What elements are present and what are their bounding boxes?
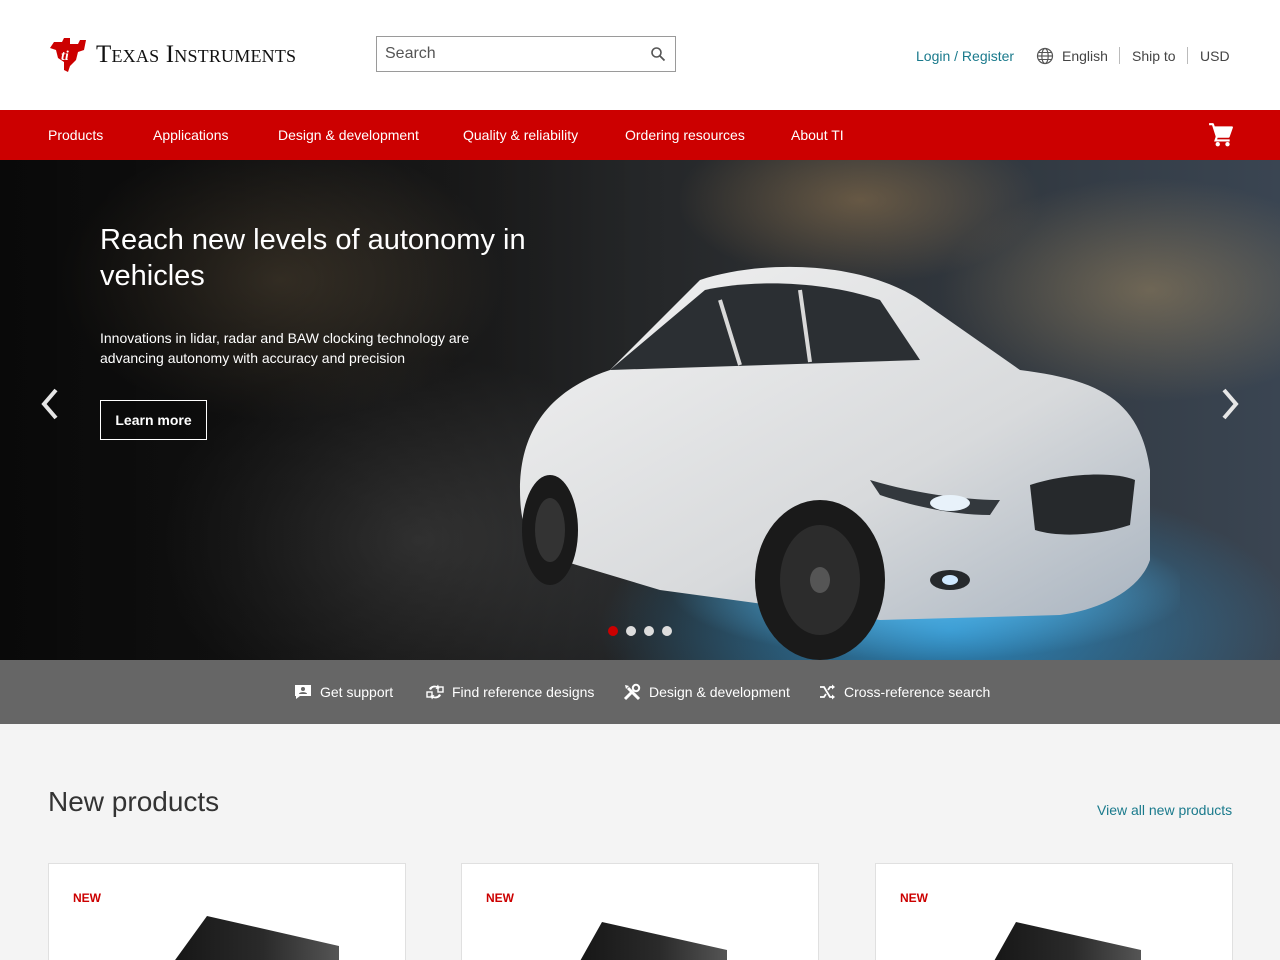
ship-to-selector[interactable]: Ship to: [1132, 45, 1176, 67]
hero-description: Innovations in lidar, radar and BAW cloc…: [100, 330, 470, 366]
reference-designs-icon: [426, 684, 444, 700]
support-icon: [295, 685, 311, 699]
find-reference-designs-label: Find reference designs: [452, 684, 595, 700]
new-badge: NEW: [900, 891, 928, 905]
ti-logo-icon: ti: [50, 38, 86, 72]
logo-text: Texas Instruments: [96, 41, 297, 68]
new-products-heading: New products: [48, 786, 220, 817]
nav-design-development[interactable]: Design & development: [278, 110, 419, 160]
language-selector[interactable]: English: [1036, 45, 1108, 67]
currency-selector[interactable]: USD: [1200, 45, 1230, 67]
nav-ordering-resources[interactable]: Ordering resources: [625, 110, 745, 160]
divider: [1119, 47, 1120, 64]
product-card[interactable]: NEW: [875, 863, 1233, 960]
cross-reference-search-label: Cross-reference search: [844, 684, 991, 700]
hero-title: Reach new levels of autonomy in vehicles: [100, 224, 526, 292]
view-all-new-products-link[interactable]: View all new products: [1097, 802, 1232, 818]
nav-products[interactable]: Products: [48, 110, 103, 160]
svg-text:ti: ti: [61, 49, 69, 64]
quick-links-bar: Get support Find reference designs Desig…: [0, 660, 1280, 724]
product-chip-image: [994, 922, 1141, 960]
globe-icon: [1036, 47, 1054, 65]
search-icon[interactable]: [641, 37, 675, 71]
carousel-dots: [608, 626, 680, 636]
product-chip-image: [175, 916, 339, 960]
chevron-right-icon[interactable]: [1218, 386, 1242, 422]
login-register-link[interactable]: Login / Register: [916, 45, 1014, 67]
nav-about-ti[interactable]: About TI: [791, 110, 844, 160]
chevron-left-icon[interactable]: [38, 386, 62, 422]
search-box: [376, 36, 676, 72]
site-header: ti Texas Instruments Login / Register En…: [0, 0, 1280, 110]
product-chip-image: [580, 922, 727, 960]
search-input[interactable]: [377, 37, 641, 71]
find-reference-designs-link[interactable]: Find reference designs: [426, 682, 594, 702]
cross-reference-search-link[interactable]: Cross-reference search: [818, 682, 990, 702]
ti-logo[interactable]: ti Texas Instruments: [48, 36, 296, 74]
get-support-link[interactable]: Get support: [294, 682, 393, 702]
design-development-label: Design & development: [649, 684, 790, 700]
carousel-dot-2[interactable]: [626, 626, 636, 636]
divider: [1187, 47, 1188, 64]
hero-carousel: Reach new levels of autonomy in vehicles…: [0, 160, 1280, 660]
carousel-dot-3[interactable]: [644, 626, 654, 636]
learn-more-button[interactable]: Learn more: [100, 400, 207, 440]
design-development-link[interactable]: Design & development: [623, 682, 790, 702]
new-badge: NEW: [73, 891, 101, 905]
nav-quality-reliability[interactable]: Quality & reliability: [463, 110, 578, 160]
shuffle-icon: [820, 684, 835, 700]
get-support-label: Get support: [320, 684, 394, 700]
tools-icon: [623, 683, 641, 701]
carousel-dot-1[interactable]: [608, 626, 618, 636]
car-image: [520, 266, 1180, 660]
new-badge: NEW: [486, 891, 514, 905]
main-nav: Products Applications Design & developme…: [0, 110, 1280, 160]
product-card[interactable]: NEW: [48, 863, 406, 960]
language-label: English: [1062, 48, 1108, 64]
nav-applications[interactable]: Applications: [153, 110, 229, 160]
product-card[interactable]: NEW: [461, 863, 819, 960]
carousel-dot-4[interactable]: [662, 626, 672, 636]
cart-icon[interactable]: [1208, 122, 1234, 148]
